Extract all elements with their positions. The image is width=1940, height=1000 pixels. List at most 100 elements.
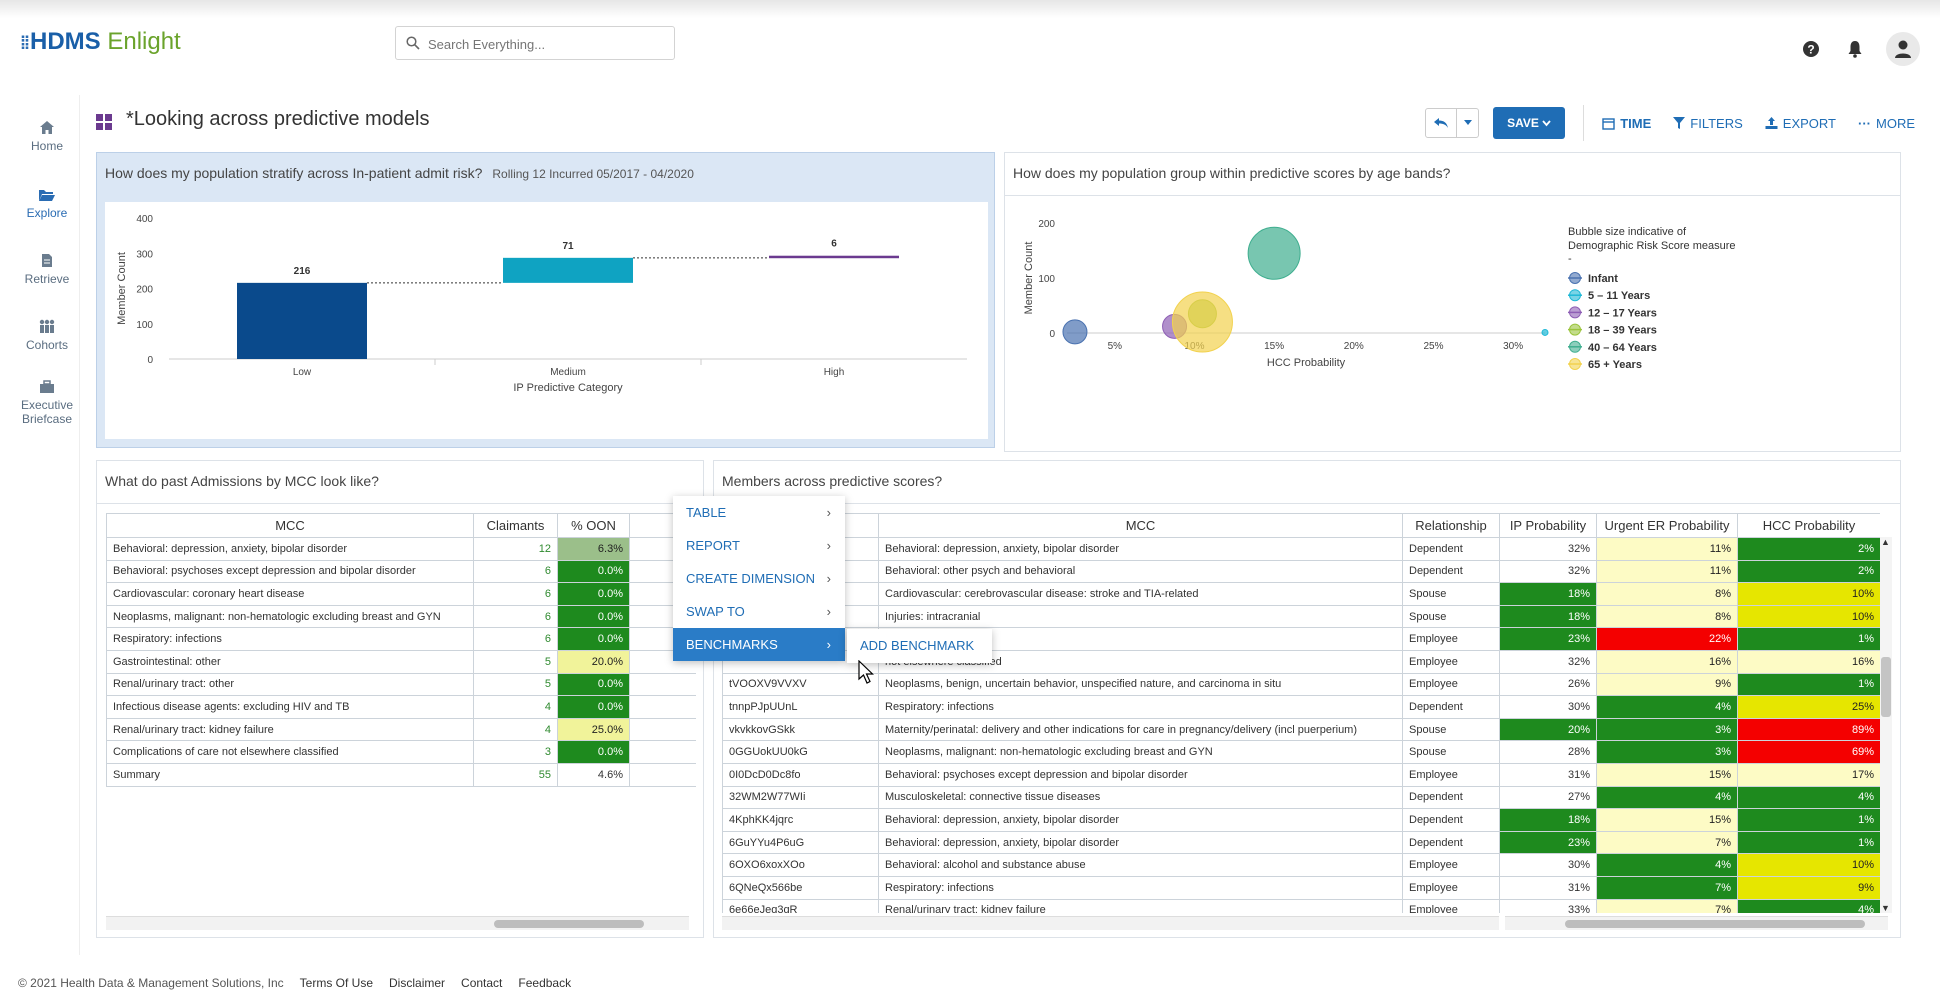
table-row[interactable]: 0GGUokUU0kG Neoplasms, malignant: non-hem… xyxy=(722,740,1880,764)
menu-item-table[interactable]: TABLE › xyxy=(673,496,845,529)
table-row[interactable]: Injuries: intracranial Spouse 18% 8% 10% xyxy=(722,604,1880,629)
table-row[interactable]: Complications of care not elsewhere clas… xyxy=(106,740,696,764)
table-row[interactable]: vkvkkovGSkk Maternity/perinatal: delivery… xyxy=(722,717,1880,742)
copyright-text: © 2021 Health Data & Management Solution… xyxy=(18,976,284,990)
nav-home[interactable]: Home xyxy=(10,120,84,153)
contact-link[interactable]: Contact xyxy=(461,976,502,990)
menu-item-benchmarks[interactable]: BENCHMARKS › xyxy=(673,628,845,661)
column-header[interactable]: Claimants xyxy=(473,513,558,538)
nav-explore[interactable]: Explore xyxy=(10,188,84,220)
time-button[interactable]: TIME xyxy=(1602,116,1651,131)
table-cell: 10% xyxy=(1737,582,1880,606)
table-row[interactable]: 6OXO6xoxXOo Behavioral: alcohol and subst… xyxy=(722,853,1880,877)
feedback-link[interactable]: Feedback xyxy=(518,976,571,990)
table-cell: 0.0% xyxy=(557,559,630,584)
table-row[interactable]: Gastrointestinal: other 5 20.0% xyxy=(106,649,696,674)
legend-label: 18 – 39 Years xyxy=(1588,325,1657,337)
members-table-vscrollbar[interactable]: ▲ ▼ xyxy=(1880,537,1892,913)
table-row[interactable]: Summary554.6%65 xyxy=(106,762,696,787)
mcc-table-hscrollbar[interactable] xyxy=(106,916,689,930)
panel-members-scores[interactable]: Members across predictive scores? edMCCR… xyxy=(713,460,1901,938)
table-row[interactable]: Infectious disease agents: excluding HIV… xyxy=(106,695,696,719)
members-id-hscrollbar[interactable] xyxy=(722,916,1499,930)
undo-icon xyxy=(1434,118,1449,128)
y-tick-label: 400 xyxy=(136,214,153,225)
scroll-thumb[interactable] xyxy=(1565,920,1865,928)
table-row[interactable]: 6QNeQx566be Respiratory: infections Employ… xyxy=(722,875,1880,900)
terms-link[interactable]: Terms Of Use xyxy=(300,976,373,990)
time-label: TIME xyxy=(1620,115,1652,131)
svg-text:?: ? xyxy=(1807,43,1814,57)
search-input[interactable] xyxy=(428,33,668,55)
save-button[interactable]: SAVE xyxy=(1493,107,1566,139)
table-row[interactable]: Respiratory: infections 6 0.0% xyxy=(106,627,696,651)
table-cell: 0I0DcD0Dc8fo xyxy=(722,762,879,787)
chevron-right-icon: › xyxy=(826,538,831,553)
menu-item-swap-to[interactable]: SWAP TO › xyxy=(673,595,845,628)
column-header[interactable]: IP Probability xyxy=(1499,513,1597,538)
help-icon[interactable]: ? xyxy=(1798,36,1824,62)
scroll-thumb[interactable] xyxy=(494,920,644,928)
column-header[interactable]: MCC xyxy=(878,513,1403,538)
table-row[interactable]: 32WM2W77WIi Musculoskeletal: connective t… xyxy=(722,785,1880,810)
column-header[interactable]: MCC xyxy=(106,513,474,538)
members-table-hscrollbar[interactable] xyxy=(1505,916,1888,930)
nav-executive-briefcase[interactable]: Executive Briefcase xyxy=(10,380,84,426)
table-cell: Dependent xyxy=(1402,808,1500,832)
table-row[interactable]: 0I0DcD0Dc8fo Behavioral: psychoses except… xyxy=(722,762,1880,787)
members-table: edMCCRelationshipIP ProbabilityUrgent ER… xyxy=(722,513,1880,913)
menu-item-report[interactable]: REPORT › xyxy=(673,529,845,562)
undo-dropdown-button[interactable] xyxy=(1456,109,1478,137)
table-row[interactable]: Cardiovascular: cerebrovascular disease:… xyxy=(722,582,1880,606)
table-row[interactable]: Cardiovascular: coronary heart disease 6 0… xyxy=(106,582,696,606)
table-cell: 1% xyxy=(1737,672,1880,697)
panel-age-bands[interactable]: How does my population group within pred… xyxy=(1004,152,1901,452)
table-cell: 4% xyxy=(1596,695,1738,719)
global-search[interactable] xyxy=(395,26,675,60)
more-button[interactable]: ··· MORE xyxy=(1858,116,1915,131)
submenu-add-benchmark[interactable]: ADD BENCHMARK xyxy=(847,629,992,663)
table-cell: 6QNeQx566be xyxy=(722,875,879,900)
table-row[interactable]: Behavioral: depression, anxiety, bipolar… xyxy=(106,537,696,561)
column-header[interactable]: HCC Probability xyxy=(1737,513,1880,538)
table-row[interactable]: Renal/urinary tract: kidney failure 4 25.0… xyxy=(106,717,696,742)
table-row[interactable]: Behavioral: psychoses except depression … xyxy=(106,559,696,584)
table-cell: 31% xyxy=(1499,762,1597,787)
scroll-down-icon[interactable]: ▼ xyxy=(1881,903,1890,913)
menu-item-create-dimension[interactable]: CREATE DIMENSION › xyxy=(673,562,845,595)
y-tick-label: 200 xyxy=(136,285,153,296)
table-row[interactable]: Renal/urinary tract: other50.0%6 xyxy=(106,672,696,697)
scroll-up-icon[interactable]: ▲ xyxy=(1881,537,1890,547)
table-cell: 32% xyxy=(1499,537,1597,561)
filters-button[interactable]: FILTERS xyxy=(1673,116,1743,131)
table-row[interactable]: Behavioral: other psych and behavioral De… xyxy=(722,559,1880,584)
table-row[interactable]: tVOOXV9VVXV Neoplasms, benign, uncertain … xyxy=(722,672,1880,697)
table-row[interactable]: 6e66eJeq3qR Renal/urinary tract: kidney f… xyxy=(722,898,1880,913)
user-avatar-icon[interactable] xyxy=(1886,32,1920,66)
table-row[interactable]: Neoplasms, malignant: non-hematologic ex… xyxy=(106,604,696,629)
chart-container: 0 100 200 300 400 216 Low 71 Medium 6 High IP Predi… xyxy=(105,202,988,439)
bell-icon[interactable] xyxy=(1842,36,1868,62)
nav-cohorts[interactable]: Cohorts xyxy=(10,319,84,352)
table-row[interactable]: Behavioral: depression, anxiety, bipolar… xyxy=(722,537,1880,561)
table-row[interactable]: 6GuYYu4P6uG Behavioral: depression, anxie… xyxy=(722,830,1880,855)
nav-retrieve[interactable]: Retrieve xyxy=(10,253,84,286)
nav-retrieve-label: Retrieve xyxy=(24,272,70,286)
column-header[interactable]: % OON xyxy=(557,513,630,538)
page-title[interactable]: *Looking across predictive models xyxy=(126,108,430,131)
table-row[interactable]: tnnpPJpUUnL Respiratory: infections Depend… xyxy=(722,695,1880,719)
column-header[interactable]: Relationship xyxy=(1402,513,1500,538)
panel-mcc-admissions[interactable]: What do past Admissions by MCC look like… xyxy=(96,460,704,938)
scroll-thumb[interactable] xyxy=(1881,657,1891,717)
table-cell: 18% xyxy=(1499,604,1597,629)
undo-button[interactable] xyxy=(1426,109,1456,137)
panel-ip-risk[interactable]: How does my population stratify across I… xyxy=(96,152,995,448)
table-cell: Employee xyxy=(1402,875,1500,900)
disclaimer-link[interactable]: Disclaimer xyxy=(389,976,445,990)
table-cell: 4 xyxy=(629,695,696,719)
table-row[interactable]: 4KphKK4jqrc Behavioral: depression, anxie… xyxy=(722,808,1880,832)
table-cell: Dependent xyxy=(1402,785,1500,810)
export-button[interactable]: EXPORT xyxy=(1765,116,1836,131)
app-logo[interactable]: ⁞⁞HDMS Enlight xyxy=(20,28,181,56)
column-header[interactable]: Urgent ER Probability xyxy=(1596,513,1738,538)
